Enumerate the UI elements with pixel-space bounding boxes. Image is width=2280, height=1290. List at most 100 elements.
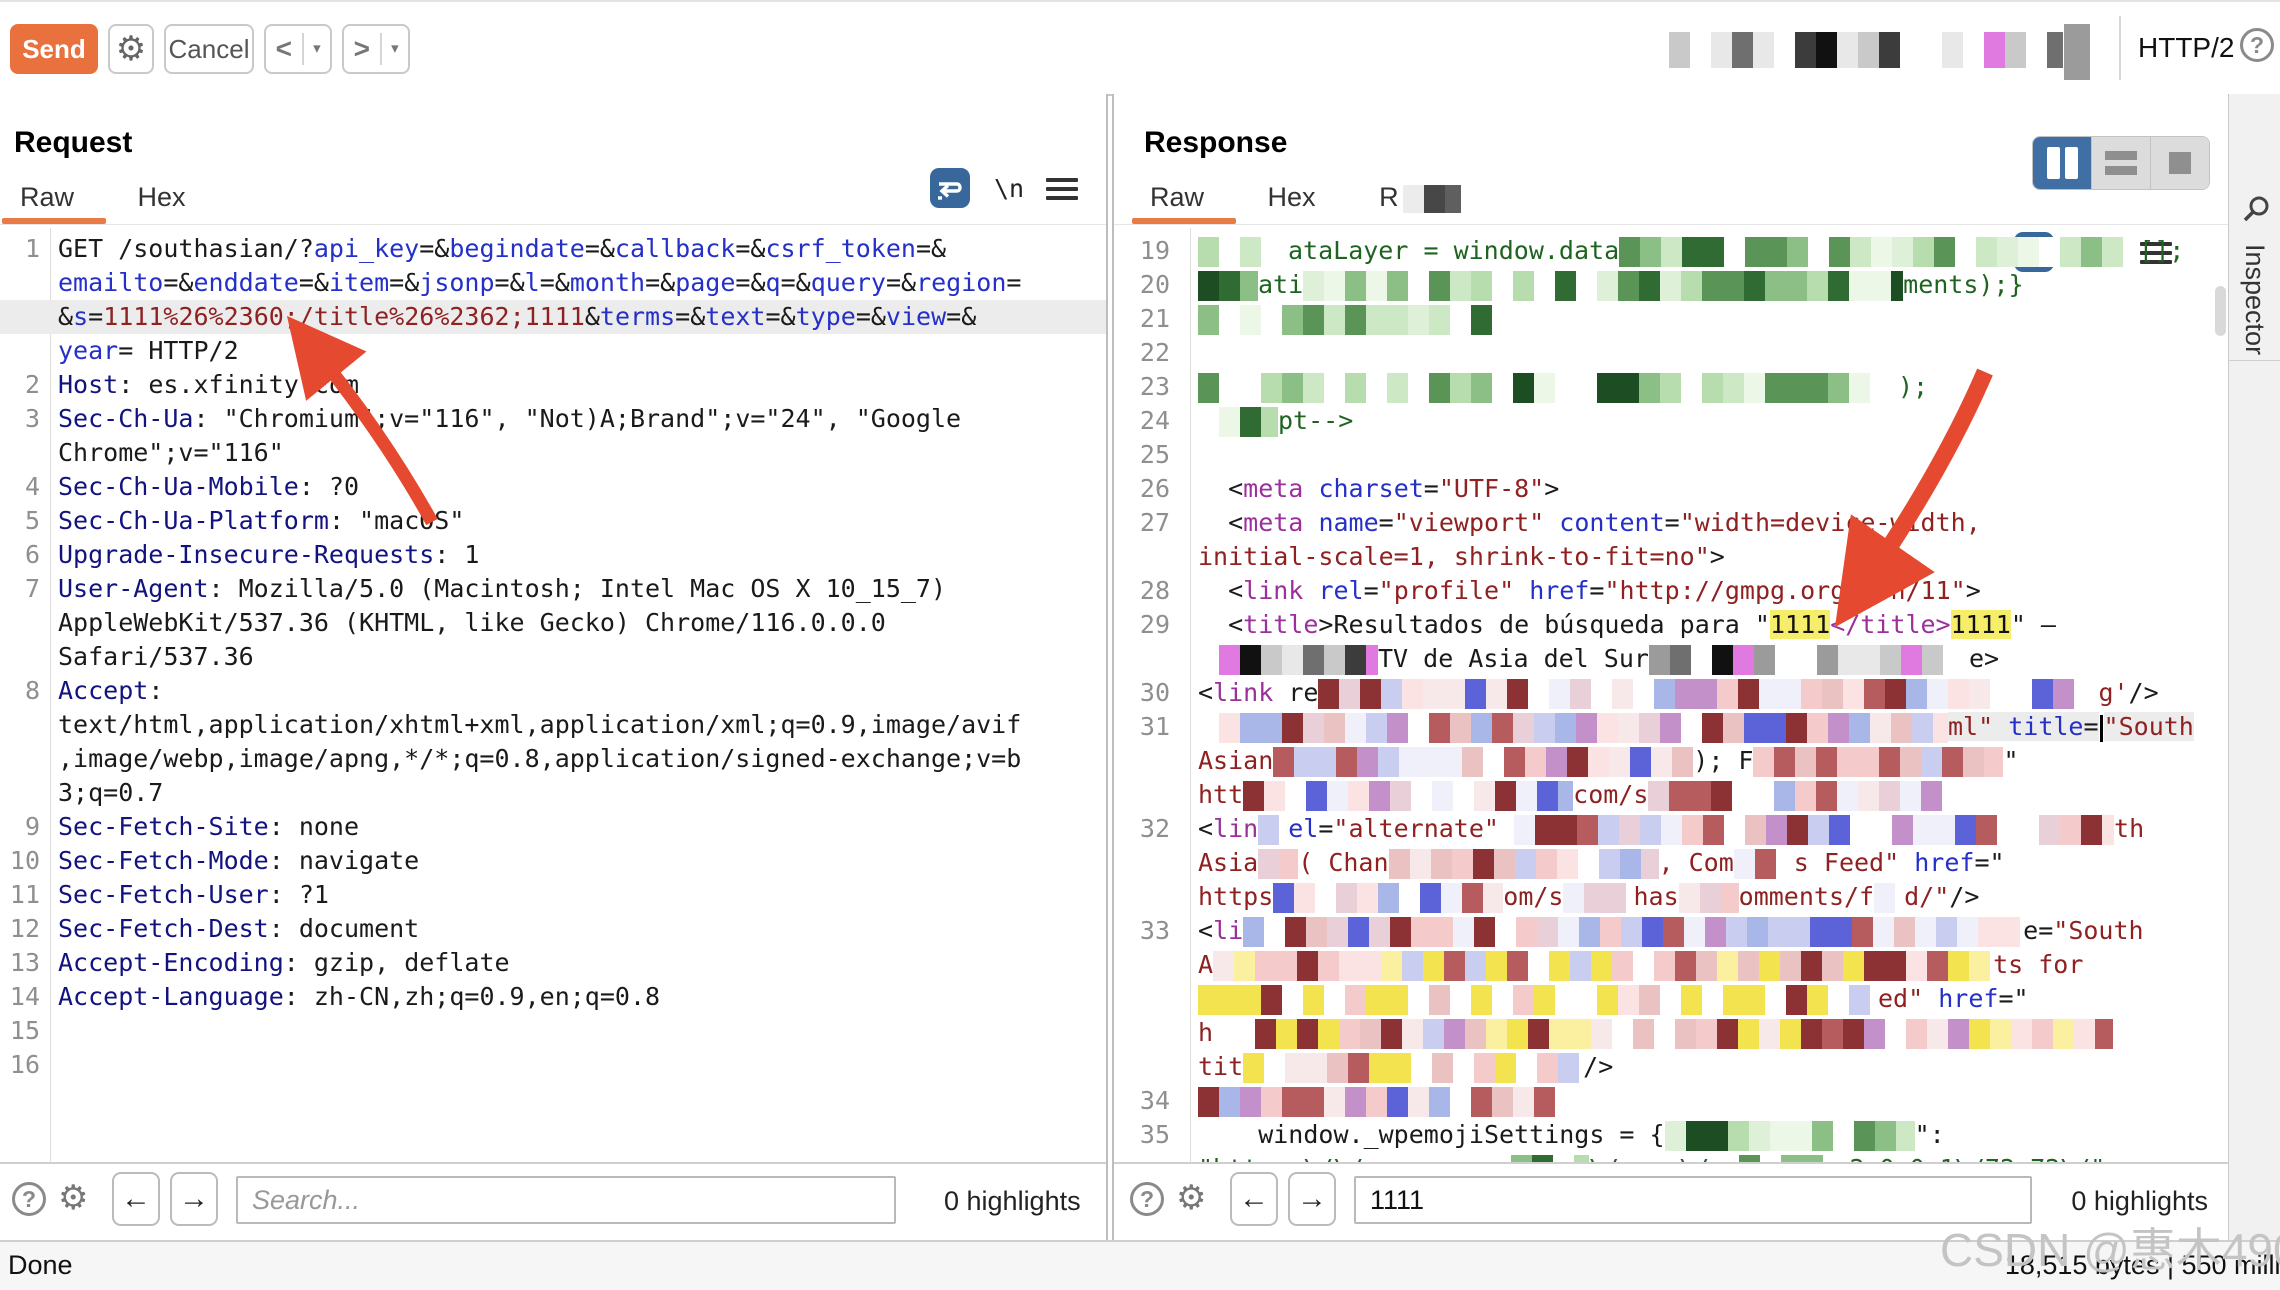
search-help-icon[interactable]: ? — [1130, 1182, 1164, 1216]
code-row[interactable]: &s=1111%26%2360;/title%26%2362;1111&term… — [0, 300, 1106, 334]
request-tab-hex[interactable]: Hex — [138, 182, 186, 213]
code-row[interactable]: Ats for — [1114, 948, 2230, 982]
code-row[interactable]: 15 — [0, 1014, 1106, 1048]
code-row[interactable]: TV de Asia del Sure> — [1114, 642, 2230, 676]
next-request-button[interactable]: >▾ — [342, 24, 410, 74]
layout-single-button[interactable] — [2151, 137, 2209, 189]
dropdown-caret-icon[interactable]: ▾ — [302, 33, 330, 65]
code-row[interactable]: ,image/webp,image/apng,*/*;q=0.8,applica… — [0, 742, 1106, 776]
redacted-mosaic — [1198, 373, 1898, 403]
search-prev-button[interactable]: ← — [112, 1172, 160, 1226]
soft-wrap-icon[interactable] — [930, 168, 970, 208]
status-bar: Done 18,515 bytes | 550 millis — [0, 1240, 2280, 1290]
code-row[interactable]: httpsom/shasomments/fd/"/> — [1114, 880, 2230, 914]
redacted-mosaic — [1514, 815, 2114, 845]
response-editor[interactable]: 19ataLayer = window.data[];20atiments);}… — [1114, 234, 2230, 1162]
redacted-mosaic — [1273, 747, 1693, 777]
cancel-button[interactable]: Cancel — [164, 24, 254, 74]
search-help-icon[interactable]: ? — [12, 1182, 46, 1216]
code-row[interactable]: 2Host: es.xfinity.com — [0, 368, 1106, 402]
request-panel-title: Request — [14, 126, 132, 160]
search-next-button[interactable]: → — [170, 1172, 218, 1226]
layout-columns-button[interactable] — [2033, 137, 2092, 189]
code-row[interactable]: 1GET /southasian/?api_key=&begindate=&ca… — [0, 232, 1106, 266]
code-row[interactable]: text/html,application/xhtml+xml,applicat… — [0, 708, 1106, 742]
code-row[interactable]: 33<lie="South — [1114, 914, 2230, 948]
search-prev-button[interactable]: ← — [1230, 1172, 1278, 1226]
redacted-mosaic — [1318, 679, 2098, 709]
code-row[interactable]: emailto=&enddate=&item=&jsonp=&l=&month=… — [0, 266, 1106, 300]
code-row[interactable]: 26 <meta charset="UTF-8"> — [1114, 472, 2230, 506]
previous-request-button[interactable]: <▾ — [264, 24, 332, 74]
redacted-mosaic — [1679, 883, 1739, 913]
code-row[interactable]: 23); — [1114, 370, 2230, 404]
response-search-input[interactable] — [1354, 1176, 2032, 1224]
code-row[interactable]: 10Sec-Fetch-Mode: navigate — [0, 844, 1106, 878]
code-row[interactable]: Chrome";v="116" — [0, 436, 1106, 470]
code-row[interactable]: initial-scale=1, shrink-to-fit=no"> — [1114, 540, 2230, 574]
response-tab-hex[interactable]: Hex — [1268, 182, 1316, 213]
search-next-button[interactable]: → — [1288, 1172, 1336, 1226]
code-row[interactable]: 19ataLayer = window.data[]; — [1114, 234, 2230, 268]
request-tab-raw[interactable]: Raw — [20, 182, 74, 213]
code-row[interactable]: 16 — [0, 1048, 1106, 1082]
code-row[interactable]: 7User-Agent: Mozilla/5.0 (Macintosh; Int… — [0, 572, 1106, 606]
redacted-mosaic — [1198, 305, 1498, 335]
response-tab-render[interactable]: R — [1379, 182, 1461, 213]
code-row[interactable]: 29 <title>Resultados de búsqueda para "1… — [1114, 608, 2230, 642]
code-row[interactable]: 25 — [1114, 438, 2230, 472]
code-row[interactable]: 3;q=0.7 — [0, 776, 1106, 810]
code-row[interactable]: Safari/537.36 — [0, 640, 1106, 674]
code-row[interactable]: 13Accept-Encoding: gzip, deflate — [0, 946, 1106, 980]
help-icon[interactable]: ? — [2240, 28, 2274, 62]
code-row[interactable]: 32<linel="alternate" th — [1114, 812, 2230, 846]
inspector-strip[interactable]: Inspector — [2228, 94, 2280, 1242]
request-editor[interactable]: 1GET /southasian/?api_key=&begindate=&ca… — [0, 232, 1106, 1162]
code-row[interactable]: httcom/s — [1114, 778, 2230, 812]
code-row[interactable]: 22 — [1114, 336, 2230, 370]
code-row[interactable]: tit/> — [1114, 1050, 2230, 1084]
redacted-mosaic — [1213, 1019, 2113, 1049]
code-row[interactable]: 4Sec-Ch-Ua-Mobile: ?0 — [0, 470, 1106, 504]
code-row[interactable]: 34 — [1114, 1084, 2230, 1118]
code-row[interactable]: Asian); F" — [1114, 744, 2230, 778]
request-search-input[interactable] — [236, 1176, 896, 1224]
newline-toggle[interactable]: \n — [994, 174, 1024, 203]
code-row[interactable]: 3Sec-Ch-Ua: "Chromium";v="116", "Not)A;B… — [0, 402, 1106, 436]
code-row[interactable]: 6Upgrade-Insecure-Requests: 1 — [0, 538, 1106, 572]
text-cursor — [2100, 715, 2103, 742]
redacted-mosaic — [1243, 781, 1573, 811]
redacted-mosaic — [1734, 849, 1794, 879]
code-row[interactable]: 11Sec-Fetch-User: ?1 — [0, 878, 1106, 912]
code-row[interactable]: 24pt--> — [1114, 404, 2230, 438]
code-row[interactable]: h — [1114, 1016, 2230, 1050]
code-row[interactable]: 9Sec-Fetch-Site: none — [0, 810, 1106, 844]
code-row[interactable]: AppleWebKit/537.36 (KHTML, like Gecko) C… — [0, 606, 1106, 640]
redacted-mosaic — [1619, 237, 2139, 267]
code-row[interactable]: year= HTTP/2 — [0, 334, 1106, 368]
code-row[interactable]: 27 <meta name="viewport" content="width=… — [1114, 506, 2230, 540]
layout-rows-button[interactable] — [2092, 137, 2151, 189]
code-row[interactable]: 5Sec-Ch-Ua-Platform: "macOS" — [0, 504, 1106, 538]
code-row[interactable]: 8Accept: — [0, 674, 1106, 708]
code-row[interactable]: ed" href=" — [1114, 982, 2230, 1016]
code-row[interactable]: 30<link reg'/> — [1114, 676, 2230, 710]
dropdown-caret-icon[interactable]: ▾ — [380, 33, 408, 65]
send-button[interactable]: Send — [10, 24, 98, 74]
code-row[interactable]: 31ml" title="South — [1114, 710, 2230, 744]
response-scrollbar-thumb[interactable] — [2215, 286, 2226, 336]
response-tab-raw[interactable]: Raw — [1150, 182, 1204, 213]
search-settings-icon[interactable]: ⚙ — [58, 1178, 88, 1218]
code-row[interactable]: Asia( Chan, Coms Feed" href=" — [1114, 846, 2230, 880]
code-row[interactable]: 20atiments);} — [1114, 268, 2230, 302]
request-settings-button[interactable]: ⚙ — [108, 24, 154, 74]
code-row[interactable]: 12Sec-Fetch-Dest: document — [0, 912, 1106, 946]
code-row[interactable]: 14Accept-Language: zh-CN,zh;q=0.9,en;q=0… — [0, 980, 1106, 1014]
code-row[interactable]: 28 <link rel="profile" href="http://gmpg… — [1114, 574, 2230, 608]
code-row[interactable]: "https:\/\/s.w.org\/core\/em2.0.0-1\/72x… — [1114, 1152, 2230, 1162]
search-settings-icon[interactable]: ⚙ — [1176, 1178, 1206, 1218]
code-row[interactable]: 21 — [1114, 302, 2230, 336]
code-row[interactable]: 35 window._wpemojiSettings = {": — [1114, 1118, 2230, 1152]
inspector-label: Inspector — [2239, 244, 2270, 355]
menu-icon[interactable] — [1046, 178, 1078, 200]
